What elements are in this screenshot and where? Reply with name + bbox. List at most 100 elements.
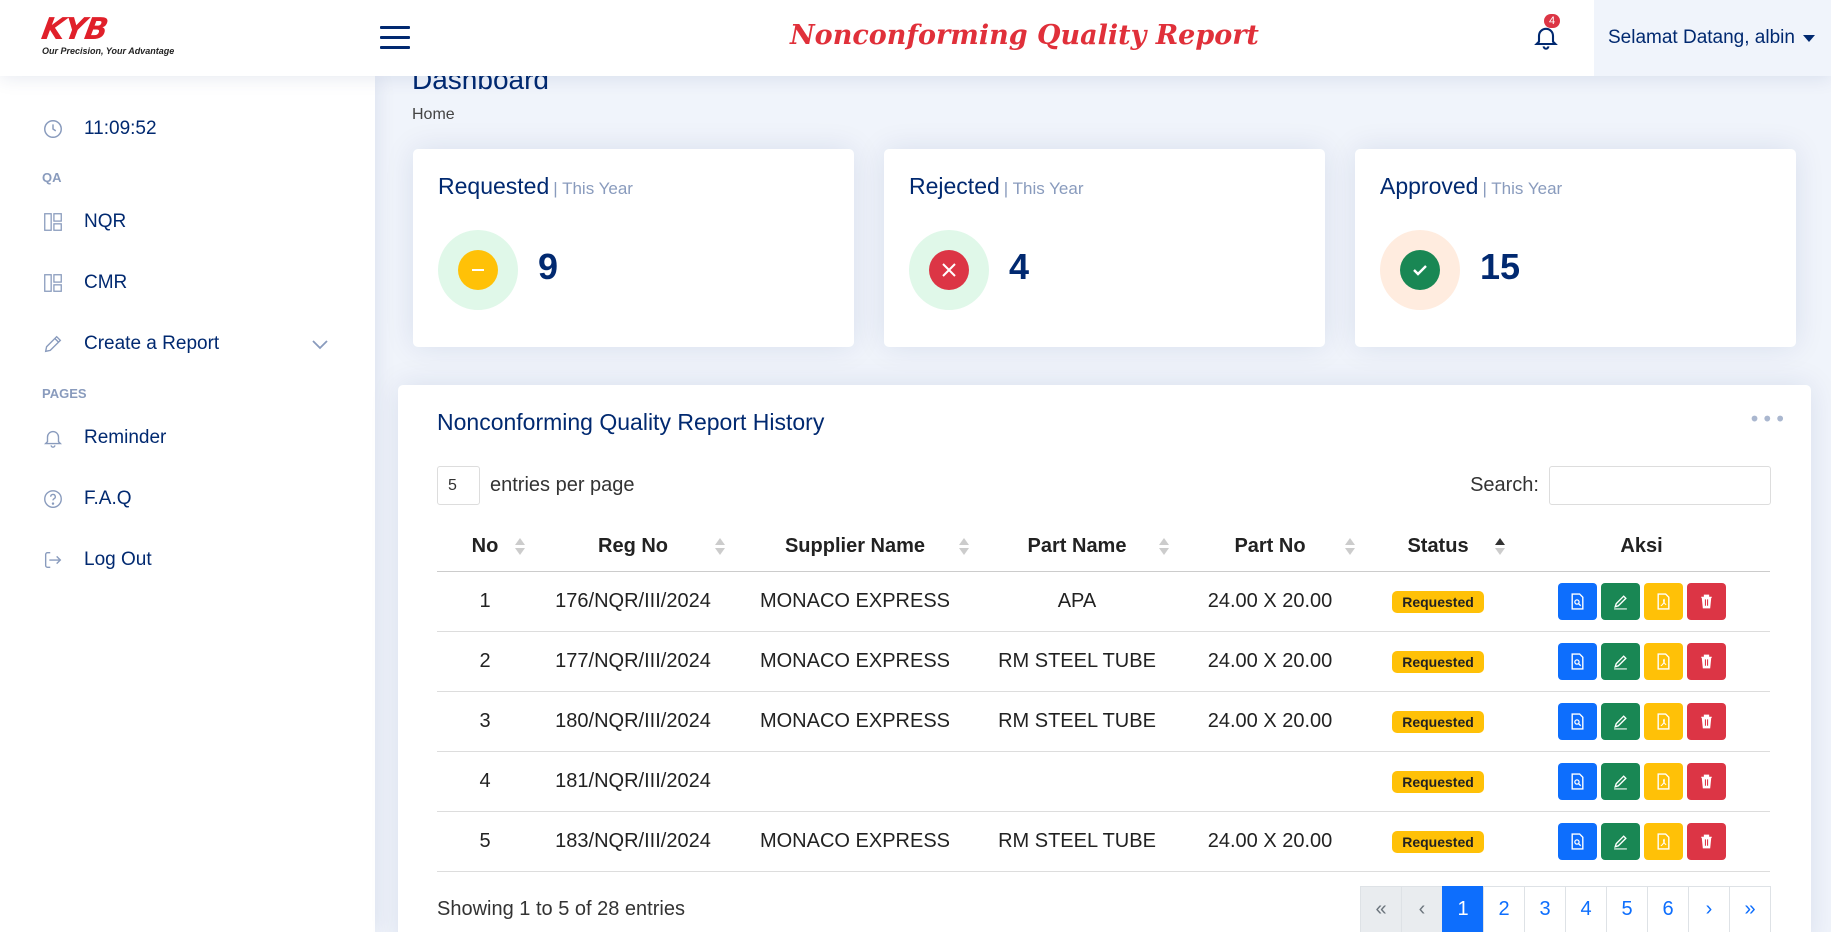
edit-button[interactable] (1600, 822, 1640, 860)
col-status[interactable]: Status (1363, 523, 1513, 572)
col-part-name[interactable]: Part Name (977, 523, 1177, 572)
prev-page-button[interactable]: ‹ (1401, 886, 1443, 932)
requested-card: Requested | This Year 9 (413, 149, 854, 347)
status-badge: Requested (1392, 650, 1484, 673)
user-greeting: Selamat Datang, albin (1608, 27, 1795, 48)
page-button-2[interactable]: 2 (1483, 886, 1525, 932)
col-reg-no[interactable]: Reg No (533, 523, 733, 572)
search-label: Search: (1470, 474, 1539, 496)
cell-reg-no: 176/NQR/III/2024 (533, 571, 733, 632)
edit-button[interactable] (1600, 702, 1640, 740)
cell-reg-no: 181/NQR/III/2024 (533, 751, 733, 812)
notification-bell-icon[interactable]: 4 (1532, 14, 1562, 56)
delete-button[interactable] (1686, 762, 1726, 800)
sidebar-heading-qa: QA (42, 170, 62, 185)
page-button-6[interactable]: 6 (1647, 886, 1689, 932)
top-header: KYB Our Precision, Your Advantage Noncon… (0, 0, 1831, 76)
sort-icon (715, 538, 725, 558)
breadcrumb[interactable]: Home (412, 106, 455, 124)
cell-actions (1513, 691, 1770, 752)
last-page-button[interactable]: » (1729, 886, 1771, 932)
sidebar-item-cmr[interactable]: CMR (42, 272, 127, 294)
delete-button[interactable] (1686, 582, 1726, 620)
logo-mark: KYB (39, 12, 111, 47)
page-button-3[interactable]: 3 (1524, 886, 1566, 932)
bell-icon (42, 427, 64, 449)
kyb-logo[interactable]: KYB Our Precision, Your Advantage (39, 12, 182, 62)
sidebar-item-label: Reminder (84, 427, 167, 448)
cell-no: 5 (437, 811, 533, 872)
view-icon (1570, 712, 1584, 730)
table-row: 3 180/NQR/III/2024 MONACO EXPRESS RM STEEL … (437, 691, 1770, 752)
cell-reg-no: 180/NQR/III/2024 (533, 691, 733, 752)
pdf-icon (1656, 652, 1670, 670)
card-subtitle: | This Year (1482, 179, 1563, 198)
view-button[interactable] (1557, 582, 1597, 620)
sidebar-clock: 11:09:52 (42, 118, 157, 140)
view-button[interactable] (1557, 642, 1597, 680)
pagination: «‹ 1 2 3 4 5 6 ›» (1360, 886, 1771, 932)
cell-no: 1 (437, 571, 533, 632)
cell-status: Requested (1363, 811, 1513, 872)
view-button[interactable] (1557, 762, 1597, 800)
user-menu[interactable]: Selamat Datang, albin (1594, 0, 1831, 76)
next-page-button[interactable]: › (1688, 886, 1730, 932)
page-button-1[interactable]: 1 (1442, 886, 1484, 932)
col-label: Aksi (1620, 535, 1663, 558)
edit-button[interactable] (1600, 582, 1640, 620)
chevron-down-icon[interactable] (310, 334, 330, 354)
col-supplier-name[interactable]: Supplier Name (733, 523, 977, 572)
cell-status: Requested (1363, 571, 1513, 632)
edit-button[interactable] (1600, 642, 1640, 680)
rejected-icon (909, 230, 989, 310)
cell-part-name (977, 751, 1177, 812)
pencil-icon (42, 333, 64, 355)
sort-icon (959, 538, 969, 558)
pdf-button[interactable] (1643, 762, 1683, 800)
search-input[interactable] (1549, 466, 1771, 505)
sidebar-item-logout[interactable]: Log Out (42, 549, 152, 571)
pdf-icon (1656, 772, 1670, 790)
view-button[interactable] (1557, 702, 1597, 740)
page-button-4[interactable]: 4 (1565, 886, 1607, 932)
pdf-button[interactable] (1643, 642, 1683, 680)
cell-part-no: 24.00 X 20.00 (1177, 571, 1363, 632)
view-button[interactable] (1557, 822, 1597, 860)
edit-button[interactable] (1600, 762, 1640, 800)
sidebar-item-label: Create a Report (84, 333, 220, 354)
card-subtitle: | This Year (1003, 179, 1084, 198)
pencil-icon (1613, 774, 1627, 789)
menu-toggle-button[interactable] (380, 26, 410, 50)
sidebar-item-nqr[interactable]: NQR (42, 211, 126, 233)
more-options-icon[interactable]: ••• (1749, 407, 1787, 431)
page-button-5[interactable]: 5 (1606, 886, 1648, 932)
trash-icon (1700, 654, 1712, 668)
sidebar-item-create-report[interactable]: Create a Report (42, 333, 219, 355)
col-label: Status (1407, 535, 1469, 558)
cell-part-name: RM STEEL TUBE (977, 811, 1177, 872)
pencil-icon (1613, 594, 1627, 609)
delete-button[interactable] (1686, 702, 1726, 740)
first-page-button[interactable]: « (1360, 886, 1402, 932)
sidebar-item-reminder[interactable]: Reminder (42, 427, 166, 449)
sidebar-heading-pages: PAGES (42, 386, 87, 401)
entries-per-page-select[interactable]: 5 (437, 466, 480, 505)
pdf-button[interactable] (1643, 582, 1683, 620)
delete-button[interactable] (1686, 822, 1726, 860)
pdf-button[interactable] (1643, 822, 1683, 860)
col-part-no[interactable]: Part No (1177, 523, 1363, 572)
sidebar-item-faq[interactable]: F.A.Q (42, 488, 132, 510)
delete-button[interactable] (1686, 642, 1726, 680)
view-icon (1570, 832, 1584, 850)
approved-card: Approved | This Year 15 (1355, 149, 1796, 347)
clock-icon (42, 118, 64, 140)
cell-actions (1513, 811, 1770, 872)
cell-part-no: 24.00 X 20.00 (1177, 811, 1363, 872)
app-title: Nonconforming Quality Report (790, 20, 1259, 51)
table-row: 5 183/NQR/III/2024 MONACO EXPRESS RM STEEL … (437, 811, 1770, 872)
col-label: No (471, 535, 499, 558)
cell-supplier-name: MONACO EXPRESS (733, 571, 977, 632)
col-aksi: Aksi (1513, 523, 1770, 572)
col-no[interactable]: No (437, 523, 533, 572)
pdf-button[interactable] (1643, 702, 1683, 740)
